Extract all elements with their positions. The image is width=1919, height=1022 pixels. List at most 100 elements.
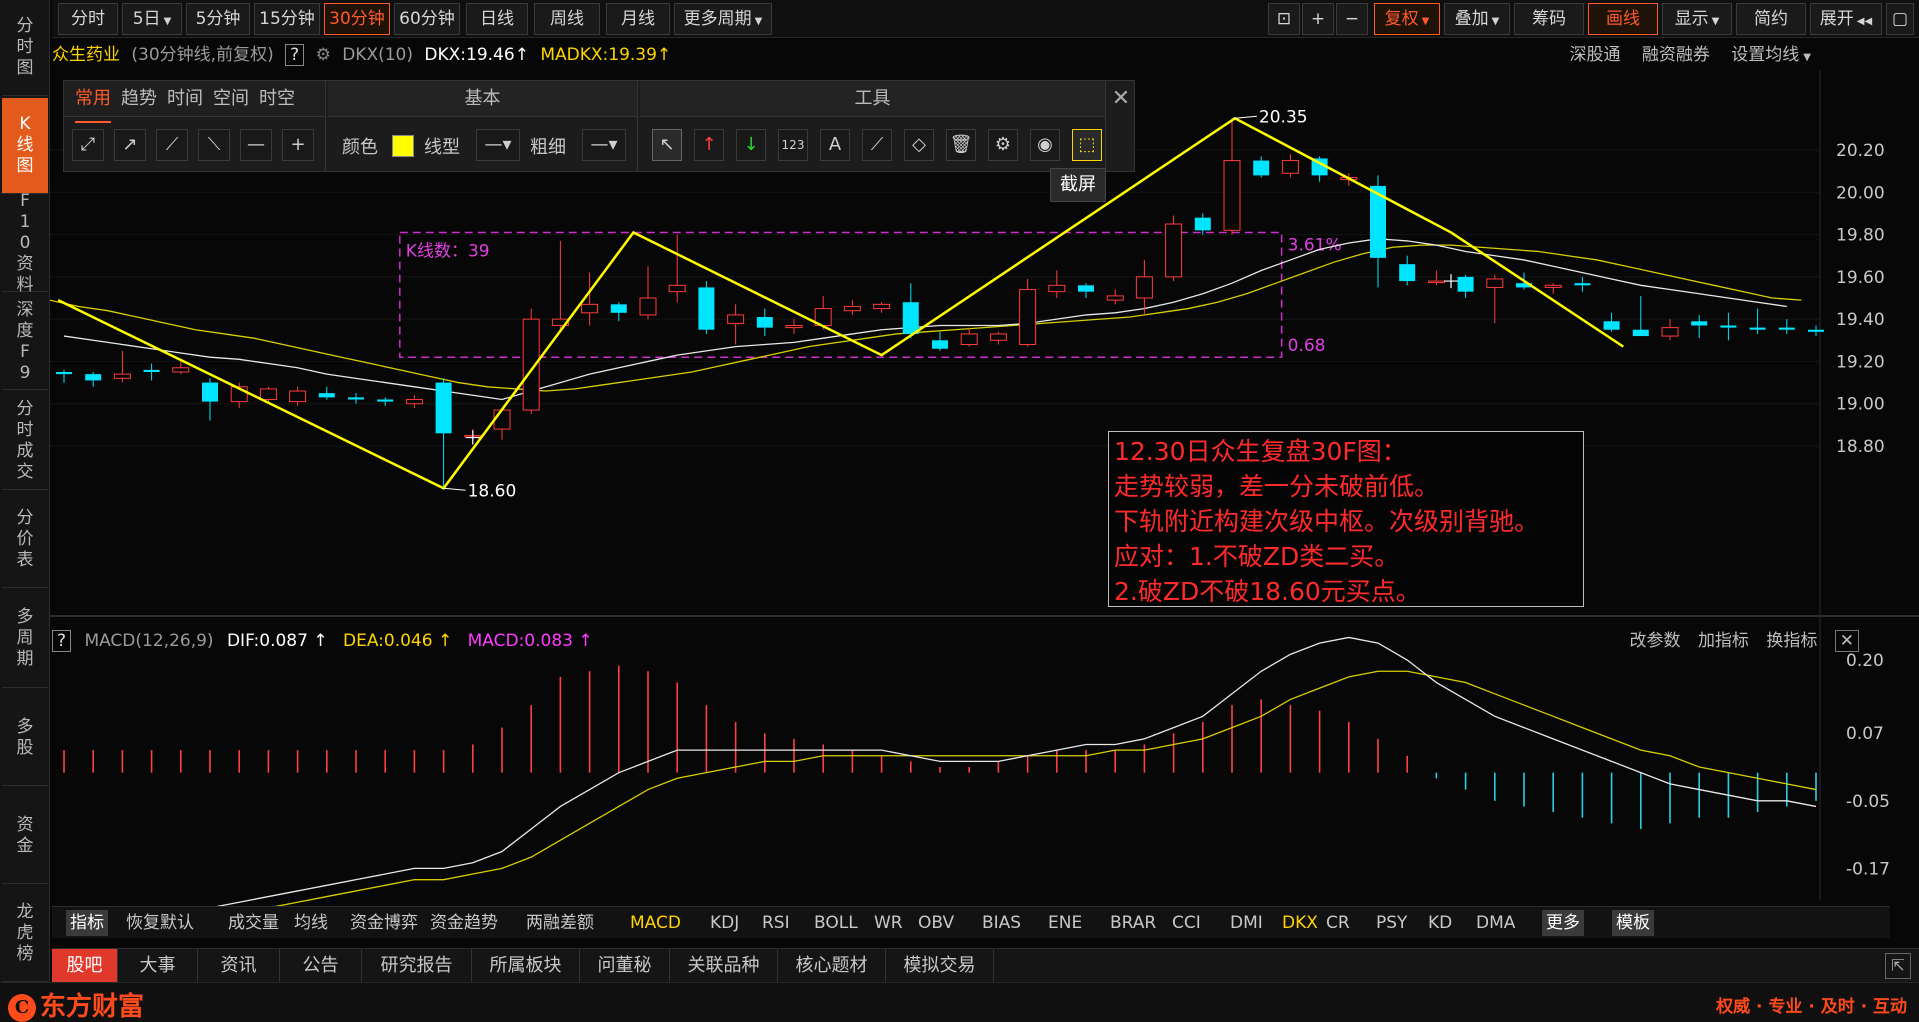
- popout-icon[interactable]: ⇱: [1885, 953, 1911, 979]
- indicator-tab-cci[interactable]: CCI: [1172, 910, 1201, 936]
- nav-price-table[interactable]: 分价表: [2, 492, 48, 588]
- nav-trades[interactable]: 分时成交: [2, 392, 48, 490]
- tab-daily[interactable]: 日线: [466, 3, 528, 35]
- indicator-tab-dkx[interactable]: DKX: [1282, 910, 1318, 936]
- indicator-tab-成交量[interactable]: 成交量: [228, 910, 279, 936]
- text-tool-icon[interactable]: A: [820, 129, 850, 161]
- draw-line-button[interactable]: 画线: [1588, 3, 1658, 35]
- simple-button[interactable]: 简约: [1736, 3, 1806, 35]
- lock-icon[interactable]: ⊡: [1268, 3, 1300, 35]
- tab-15min[interactable]: 15分钟: [254, 3, 320, 35]
- tab-monthly[interactable]: 月线: [606, 3, 670, 35]
- indicator-tab-dmi[interactable]: DMI: [1230, 910, 1263, 936]
- pointer-icon[interactable]: ↖: [652, 129, 682, 161]
- tab-trend[interactable]: 趋势: [121, 81, 157, 117]
- crosshair-icon[interactable]: +: [282, 129, 314, 161]
- zoom-out-icon[interactable]: −: [1336, 3, 1368, 35]
- nav-dragon-tiger[interactable]: 龙虎榜: [2, 886, 48, 982]
- edit-params-button[interactable]: 改参数: [1630, 631, 1681, 651]
- indicator-tab-obv[interactable]: OBV: [918, 910, 954, 936]
- nav-f10[interactable]: F10资料: [2, 191, 48, 295]
- indicator-tab-kdj[interactable]: KDJ: [710, 910, 739, 936]
- indicator-tab-ene[interactable]: ENE: [1048, 910, 1082, 936]
- tab-weekly[interactable]: 周线: [534, 3, 600, 35]
- tab-common[interactable]: 常用: [75, 81, 111, 123]
- ray-line-icon[interactable]: ↗: [114, 129, 146, 161]
- indicator-tab-模板[interactable]: 模板: [1612, 910, 1654, 936]
- link-ma-settings[interactable]: 设置均线: [1731, 45, 1799, 65]
- eye-icon[interactable]: ◉: [1030, 129, 1060, 161]
- window-icon[interactable]: ▢: [1886, 3, 1914, 35]
- indicator-tab-rsi[interactable]: RSI: [762, 910, 790, 936]
- tab-events[interactable]: 大事: [118, 949, 198, 983]
- tab-fenshi[interactable]: 分时: [58, 3, 118, 35]
- tab-spacetime[interactable]: 时空: [259, 81, 295, 117]
- down-arrow-tool-icon[interactable]: ↓: [736, 129, 766, 161]
- indicator-tab-均线[interactable]: 均线: [294, 910, 328, 936]
- display-button[interactable]: 显示 ▼: [1662, 3, 1732, 35]
- help-icon[interactable]: ?: [52, 630, 72, 652]
- indicator-tab-dma[interactable]: DMA: [1476, 910, 1515, 936]
- tab-5min[interactable]: 5分钟: [186, 3, 250, 35]
- nav-kline[interactable]: K线图: [2, 98, 48, 194]
- nav-multi-stock[interactable]: 多股: [2, 690, 48, 786]
- indicator-tab-macd[interactable]: MACD: [630, 910, 681, 936]
- indicator-tab-psy[interactable]: PSY: [1376, 910, 1407, 936]
- tab-core-themes[interactable]: 核心题材: [778, 949, 886, 983]
- gear-icon[interactable]: ⚙: [316, 45, 331, 65]
- link-hk-connect[interactable]: 深股通: [1569, 45, 1620, 65]
- indicator-tab-两融差额[interactable]: 两融差额: [526, 910, 594, 936]
- tab-guba[interactable]: 股吧: [52, 949, 118, 983]
- indicator-tab-boll[interactable]: BOLL: [814, 910, 858, 936]
- tab-time[interactable]: 时间: [167, 81, 203, 117]
- indicator-tab-指标[interactable]: 指标: [66, 910, 108, 936]
- expand-button[interactable]: 展开 ◀◀: [1810, 3, 1882, 35]
- tab-space[interactable]: 空间: [213, 81, 249, 117]
- settings-icon[interactable]: ⚙: [988, 129, 1018, 161]
- tab-related[interactable]: 关联品种: [670, 949, 778, 983]
- indicator-tab-bias[interactable]: BIAS: [982, 910, 1021, 936]
- eraser-icon[interactable]: ◇: [904, 129, 934, 161]
- nav-fenshi[interactable]: 分时图: [2, 0, 48, 96]
- nav-multi-period[interactable]: 多周期: [2, 590, 48, 688]
- indicator-tab-cr[interactable]: CR: [1326, 910, 1350, 936]
- tab-sectors[interactable]: 所属板块: [472, 949, 580, 983]
- add-indicator-button[interactable]: 加指标: [1698, 631, 1749, 651]
- indicator-tab-kd[interactable]: KD: [1428, 910, 1452, 936]
- linetype-select[interactable]: —▾: [476, 129, 520, 161]
- thickness-select[interactable]: —▾: [582, 129, 626, 161]
- indicator-tab-资金博弈[interactable]: 资金博弈: [350, 910, 418, 936]
- segment-line-icon[interactable]: ⤢: [72, 129, 104, 161]
- adjust-button[interactable]: 复权 ▼: [1374, 3, 1440, 35]
- switch-indicator-button[interactable]: 换指标: [1766, 631, 1817, 651]
- ruler-icon[interactable]: ⟋: [862, 129, 892, 161]
- tab-news[interactable]: 资讯: [198, 949, 280, 983]
- indicator-tab-brar[interactable]: BRAR: [1110, 910, 1156, 936]
- number-label-icon[interactable]: 123: [778, 129, 808, 161]
- straight-line-icon[interactable]: ⟋: [156, 129, 188, 161]
- tab-5day[interactable]: 5日 ▼: [122, 3, 182, 35]
- nav-fund[interactable]: 资金: [2, 788, 48, 884]
- overlay-button[interactable]: 叠加 ▼: [1444, 3, 1510, 35]
- nav-depth[interactable]: 深度F9: [2, 294, 48, 390]
- indicator-tab-恢复默认[interactable]: 恢复默认: [126, 910, 194, 936]
- tab-ask-secretary[interactable]: 问董秘: [580, 949, 670, 983]
- extend-line-icon[interactable]: ⟍: [198, 129, 230, 161]
- indicator-tab-wr[interactable]: WR: [874, 910, 903, 936]
- up-arrow-tool-icon[interactable]: ↑: [694, 129, 724, 161]
- help-icon[interactable]: ?: [285, 44, 305, 66]
- tab-research[interactable]: 研究报告: [362, 949, 472, 983]
- trash-icon[interactable]: 🗑: [946, 129, 976, 161]
- tab-60min[interactable]: 60分钟: [394, 3, 460, 35]
- tab-30min[interactable]: 30分钟: [324, 3, 390, 35]
- screenshot-icon[interactable]: ⬚: [1072, 129, 1102, 161]
- tab-sim-trading[interactable]: 模拟交易: [886, 949, 994, 983]
- chips-button[interactable]: 筹码: [1514, 3, 1584, 35]
- close-icon[interactable]: ✕: [1834, 630, 1859, 652]
- tab-announcements[interactable]: 公告: [280, 949, 362, 983]
- link-margin[interactable]: 融资融券: [1642, 45, 1710, 65]
- indicator-tab-资金趋势[interactable]: 资金趋势: [430, 910, 498, 936]
- color-swatch[interactable]: [392, 135, 414, 157]
- kline-chart[interactable]: 20.20 20.00 19.80 19.60 19.40 19.20 19.00 18.80…: [50, 70, 1919, 906]
- zoom-in-icon[interactable]: +: [1302, 3, 1334, 35]
